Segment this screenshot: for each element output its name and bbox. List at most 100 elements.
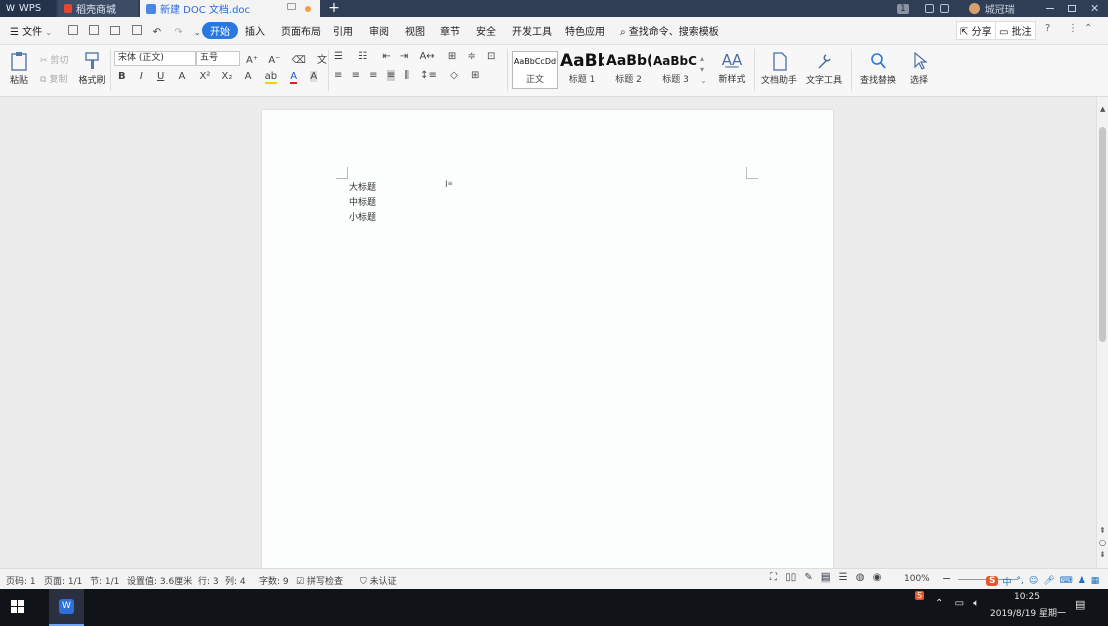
font-size-select[interactable]: 五号	[196, 51, 240, 66]
font-name-select[interactable]: 宋体 (正文)	[114, 51, 196, 66]
show-marks-icon[interactable]: ≑	[467, 51, 475, 62]
clock-date[interactable]: 2019/8/19 星期一	[990, 606, 1066, 619]
collapse-ribbon-icon[interactable]: ⌃	[1084, 23, 1092, 34]
tab-home[interactable]: 开始	[202, 22, 238, 39]
user-name[interactable]: 城冠瑞	[985, 1, 1015, 16]
customize-toolbar-icon[interactable]: ⌄	[194, 28, 201, 37]
tab-review[interactable]: 审阅	[369, 23, 389, 38]
minimize-button[interactable]	[1046, 8, 1054, 9]
decrease-indent-icon[interactable]: ⇤	[382, 51, 390, 62]
line-spacing-icon[interactable]: ↕≡	[420, 70, 437, 81]
status-pages[interactable]: 页面: 1/1	[44, 574, 82, 587]
status-page-no[interactable]: 页码: 1	[6, 574, 36, 587]
skin-icon[interactable]	[924, 4, 934, 13]
monitor-icon[interactable]	[287, 3, 296, 10]
sogou-logo-icon[interactable]: S	[986, 576, 999, 586]
clock-time[interactable]: 10:25	[1014, 592, 1040, 602]
taskbar-wps-app[interactable]: W	[49, 589, 84, 626]
read-mode-icon[interactable]: ▯▯	[785, 572, 796, 583]
print-icon[interactable]	[110, 26, 121, 35]
format-painter-button[interactable]: 格式刷	[78, 51, 106, 86]
grow-font-icon[interactable]: A⁺	[246, 55, 258, 66]
mic-icon[interactable]: 🎤︎	[1043, 576, 1054, 586]
tab-wps-home[interactable]: W WPS	[0, 0, 56, 17]
skin-shirt-icon[interactable]: ♟	[1078, 576, 1086, 586]
bold-icon[interactable]: B	[118, 71, 126, 82]
superscript-icon[interactable]: X²	[200, 71, 211, 82]
network-icon[interactable]: ▭	[955, 598, 964, 609]
windows-start-icon[interactable]	[11, 600, 25, 614]
increase-indent-icon[interactable]: ⇥	[400, 51, 408, 62]
vertical-scrollbar[interactable]: ▲ ⇞ ○ ⇟	[1096, 97, 1108, 568]
tray-expand-icon[interactable]: ⌃	[935, 598, 943, 609]
underline-icon[interactable]: U	[157, 71, 164, 82]
tab-security[interactable]: 安全	[476, 23, 496, 38]
tab-developer[interactable]: 开发工具	[512, 23, 552, 38]
status-section[interactable]: 节: 1/1	[90, 574, 119, 587]
scrollbar-thumb[interactable]	[1099, 127, 1106, 342]
align-right-icon[interactable]: ≡	[369, 70, 377, 81]
find-replace-button[interactable]: 查找替换	[856, 51, 900, 86]
copy-button[interactable]: ⧉ 复制	[40, 72, 67, 85]
shrink-font-icon[interactable]: A⁻	[268, 55, 280, 66]
document-workspace[interactable]: 大标题 中标题 小标题 I≡	[0, 97, 1096, 580]
eye-protect-icon[interactable]: ◉	[873, 572, 882, 583]
tab-insert[interactable]: 插入	[245, 23, 265, 38]
ime-mode[interactable]: 中	[1002, 575, 1011, 588]
char-spacing-icon[interactable]: A↔	[419, 51, 434, 62]
style-normal[interactable]: AaBbCcDd 正文	[512, 51, 558, 89]
justify-icon[interactable]: ≡	[386, 70, 396, 81]
subscript-icon[interactable]: X₂	[222, 71, 233, 82]
comment-button[interactable]: ▭ 批注	[995, 21, 1036, 40]
char-shading-icon[interactable]: A	[310, 71, 318, 82]
style-heading-2[interactable]: AaBb( 标题 2	[606, 51, 651, 89]
tray-sogou-icon[interactable]: S	[915, 591, 925, 600]
table-border-icon[interactable]: ⊞	[471, 70, 479, 81]
zoom-out-button[interactable]: −	[942, 572, 951, 585]
page-view-icon[interactable]: ▤	[820, 572, 831, 583]
close-button[interactable]: ✕	[1090, 2, 1099, 15]
bullet-list-icon[interactable]: ☰	[334, 51, 343, 62]
style-heading-1[interactable]: AaBb 标题 1	[560, 51, 604, 89]
chinese-layout-icon[interactable]: ⊞	[448, 51, 456, 62]
align-left-icon[interactable]: ≡	[334, 70, 342, 81]
punctuation-icon[interactable]: °,	[1017, 576, 1024, 586]
new-tab-button[interactable]: +	[326, 0, 342, 17]
save-icon[interactable]	[68, 25, 78, 35]
doc-line-heading-medium[interactable]: 中标题	[349, 195, 376, 208]
tab-docer-shop[interactable]: 稻壳商城	[58, 0, 138, 17]
doc-line-heading-small[interactable]: 小标题	[349, 210, 376, 223]
highlight-icon[interactable]: ab	[264, 71, 278, 84]
emoji-icon[interactable]: ☺	[1029, 576, 1038, 586]
keyboard-icon[interactable]: ⌨	[1060, 576, 1073, 586]
restore-button[interactable]	[1068, 5, 1076, 12]
font-color-icon[interactable]: A	[290, 71, 298, 84]
doc-assistant-button[interactable]: 文档助手	[760, 51, 798, 86]
outline-view-icon[interactable]: ☰	[839, 572, 848, 583]
tab-page-layout[interactable]: 页面布局	[281, 23, 321, 38]
avatar[interactable]	[968, 3, 980, 14]
tab-view[interactable]: 视图	[405, 23, 425, 38]
tab-references[interactable]: 引用	[333, 23, 353, 38]
share-button[interactable]: ⇱ 分享	[956, 21, 996, 40]
notification-icon[interactable]: ▤	[1075, 598, 1085, 611]
zoom-level[interactable]: 100%	[904, 574, 930, 584]
align-center-icon[interactable]: ≡	[352, 70, 360, 81]
export-pdf-icon[interactable]	[89, 25, 100, 35]
page-nav-icons[interactable]: ⇞ ○ ⇟	[1099, 525, 1106, 561]
italic-icon[interactable]: I	[140, 71, 143, 82]
shading-icon[interactable]: ◇	[450, 70, 458, 81]
print-preview-icon[interactable]	[131, 25, 142, 35]
page-badge[interactable]: 1	[897, 3, 909, 14]
document-page[interactable]: 大标题 中标题 小标题 I≡	[262, 110, 833, 580]
spell-check-button[interactable]: ☑ 拼写检查	[296, 574, 343, 587]
new-style-button[interactable]: A͟A 新样式	[714, 51, 750, 85]
command-search[interactable]: ⌕ 查找命令、搜索模板	[620, 23, 719, 38]
file-menu[interactable]: ☰ 文件 ⌄	[10, 23, 52, 38]
tab-special[interactable]: 特色应用	[565, 23, 605, 38]
doc-line-heading-large[interactable]: 大标题	[349, 180, 376, 193]
help-icon[interactable]: ?	[1045, 23, 1050, 34]
shirt-icon[interactable]	[939, 4, 949, 13]
tab-document[interactable]: 新建 DOC 文档.doc	[140, 0, 320, 17]
status-setting[interactable]: 设置值: 3.6厘米	[127, 574, 192, 587]
